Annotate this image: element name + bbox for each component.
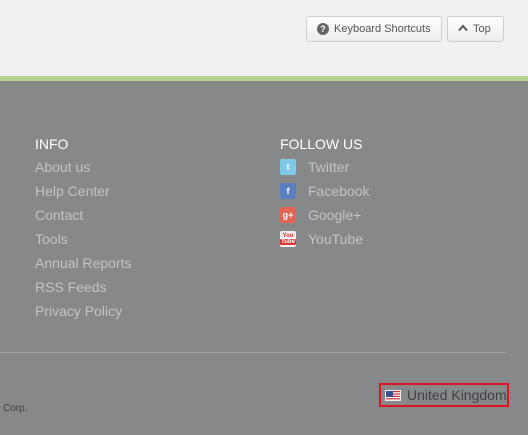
google-plus-label: Google+: [308, 207, 362, 223]
twitter-icon: t: [280, 159, 296, 175]
tools-link[interactable]: Tools: [35, 231, 68, 247]
twitter-label: Twitter: [308, 159, 350, 175]
us-flag-icon: [385, 389, 401, 401]
footer-divider: [0, 352, 506, 353]
country-selector[interactable]: United Kingdom: [379, 383, 509, 407]
youtube-label: YouTube: [308, 231, 364, 247]
rss-feeds-link[interactable]: RSS Feeds: [35, 279, 107, 295]
follow-us-heading: FOLLOW US: [280, 136, 363, 152]
google-plus-link[interactable]: g+ Google+: [280, 207, 361, 223]
copyright-text: Corp.: [3, 403, 28, 414]
keyboard-shortcuts-button[interactable]: ? Keyboard Shortcuts: [306, 16, 442, 42]
twitter-link[interactable]: t Twitter: [280, 159, 349, 175]
back-to-top-button[interactable]: Top: [447, 16, 504, 42]
question-icon: ?: [317, 23, 329, 35]
google-plus-icon: g+: [280, 207, 296, 223]
facebook-icon: f: [280, 183, 296, 199]
annual-reports-link[interactable]: Annual Reports: [35, 255, 132, 271]
country-label: United Kingdom: [407, 387, 507, 403]
youtube-icon: You Tube: [280, 231, 296, 247]
facebook-label: Facebook: [308, 183, 370, 199]
about-us-link[interactable]: About us: [35, 159, 90, 175]
contact-link[interactable]: Contact: [35, 207, 83, 223]
info-heading: INFO: [35, 136, 69, 152]
keyboard-shortcuts-label: Keyboard Shortcuts: [334, 23, 431, 35]
accent-divider: [0, 76, 528, 81]
facebook-link[interactable]: f Facebook: [280, 183, 369, 199]
top-label: Top: [473, 23, 491, 35]
privacy-policy-link[interactable]: Privacy Policy: [35, 303, 122, 319]
help-center-link[interactable]: Help Center: [35, 183, 110, 199]
top-bar: ? Keyboard Shortcuts Top: [0, 0, 528, 76]
youtube-link[interactable]: You Tube YouTube: [280, 231, 363, 247]
chevron-up-icon: [458, 23, 468, 35]
